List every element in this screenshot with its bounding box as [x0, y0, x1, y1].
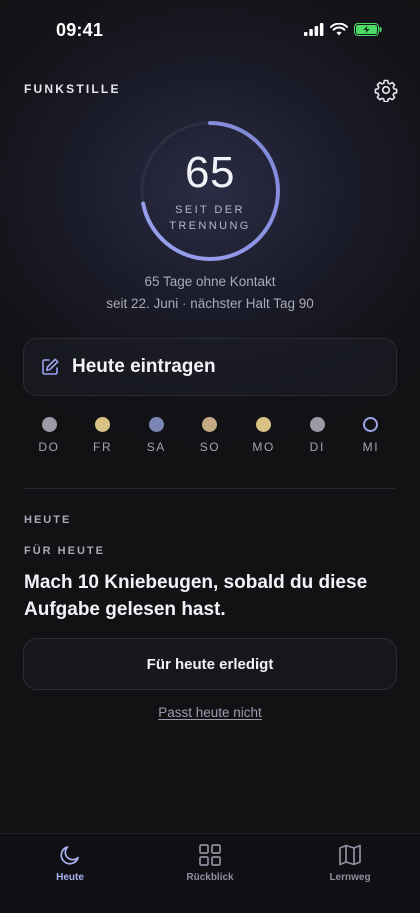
day-label: SO — [199, 440, 221, 454]
done-today-button[interactable]: Für heute erledigt — [23, 638, 397, 690]
daily-task-text: Mach 10 Kniebeugen, sobald du diese Aufg… — [24, 572, 368, 620]
week-mood-row: DO FR SA SO MO DI MI — [24, 417, 396, 454]
milestone-info: seit 22. Juni · nächster Halt Tag 90 — [106, 296, 314, 311]
edit-icon — [42, 358, 59, 375]
log-today-label: Heute eintragen — [72, 356, 216, 377]
status-bar: 09:41 — [0, 0, 420, 62]
day-label: DO — [38, 440, 60, 454]
day-item[interactable]: SO — [185, 417, 235, 454]
day-dot — [256, 417, 272, 432]
contact-summary: 65 Tage ohne Kontakt — [144, 274, 276, 289]
day-item[interactable]: FR — [78, 417, 128, 454]
day-label: DI — [309, 440, 325, 454]
day-label: MO — [252, 440, 275, 454]
day-label: MI — [362, 440, 380, 454]
tab-label: Lernweg — [329, 872, 371, 883]
tab-rueckblick[interactable]: Rückblick — [160, 842, 260, 883]
settings-gear-icon[interactable] — [374, 78, 398, 102]
battery-charging-icon — [354, 23, 382, 36]
day-item[interactable]: SA — [131, 417, 181, 454]
section-heading-today: HEUTE — [24, 514, 72, 526]
day-label: FR — [93, 440, 113, 454]
day-dot — [95, 417, 111, 432]
section-divider — [24, 488, 396, 489]
day-item[interactable]: MO — [239, 417, 289, 454]
day-dot — [309, 417, 325, 432]
day-item[interactable]: MI — [346, 417, 396, 454]
tab-bar: Heute Rückblick Lernweg — [0, 833, 420, 913]
status-time: 09:41 — [56, 20, 104, 40]
tab-heute[interactable]: Heute — [20, 842, 120, 883]
day-dot — [41, 417, 57, 432]
tab-label: Rückblick — [186, 872, 234, 883]
skip-today-link[interactable]: Passt heute nicht — [0, 705, 420, 720]
days-counter: 65 — [185, 148, 235, 197]
grid-icon — [199, 844, 221, 866]
log-today-button[interactable]: Heute eintragen — [23, 338, 397, 396]
tab-label: Heute — [56, 872, 84, 883]
day-dot — [148, 417, 164, 432]
counter-caption: SEIT DER TRENNUNG — [169, 204, 251, 232]
day-dot — [202, 417, 218, 432]
day-item[interactable]: DO — [24, 417, 74, 454]
map-icon — [339, 844, 361, 866]
app-title: FUNKSTILLE — [24, 82, 121, 96]
tab-lernweg[interactable]: Lernweg — [300, 842, 400, 883]
for-today-label: FÜR HEUTE — [24, 545, 105, 557]
day-label: SA — [146, 440, 166, 454]
wifi-icon — [330, 23, 348, 36]
day-item[interactable]: DI — [292, 417, 342, 454]
moon-icon — [60, 846, 79, 865]
day-dot — [363, 417, 379, 432]
cellular-signal-icon — [304, 23, 324, 36]
